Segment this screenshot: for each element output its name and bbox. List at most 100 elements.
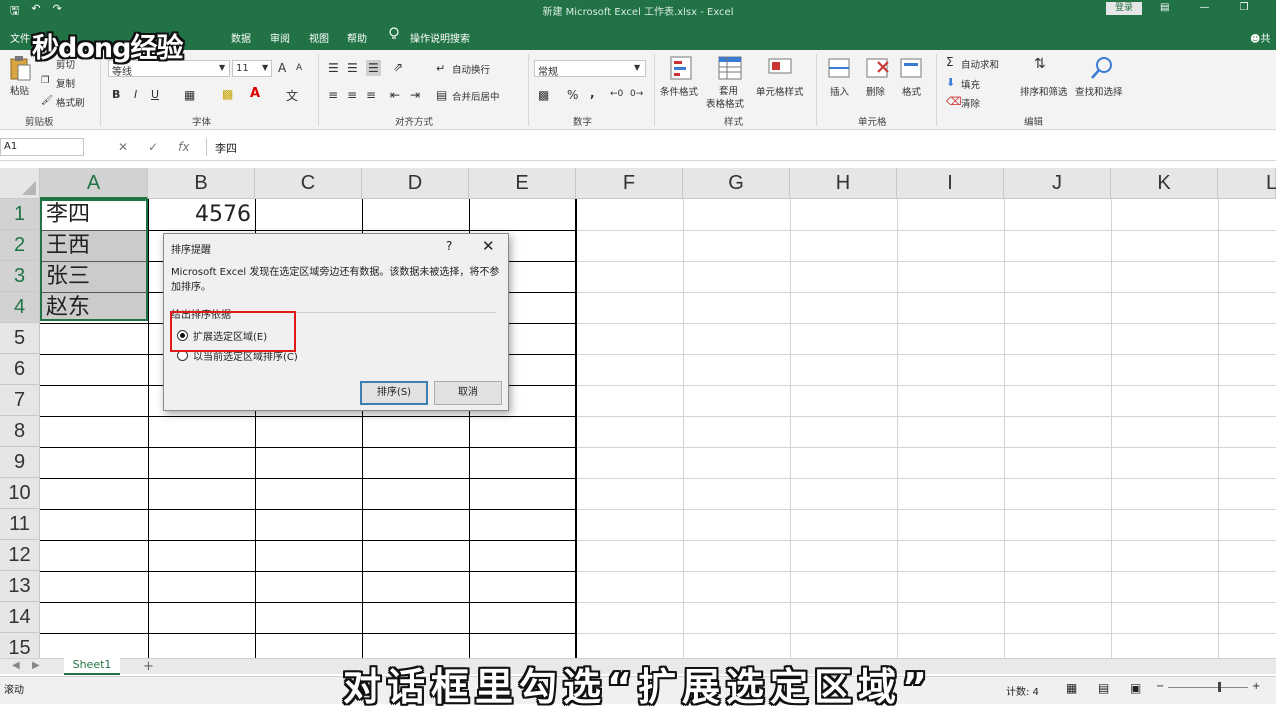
eraser-icon[interactable]: ⌫ <box>946 95 962 108</box>
format-as-table-label-2[interactable]: 表格格式 <box>706 96 744 110</box>
percent-button[interactable]: % <box>567 88 578 102</box>
merge-center-icon[interactable]: ▤ <box>436 88 447 102</box>
tell-me-search[interactable]: 操作说明搜索 <box>410 30 470 45</box>
column-header[interactable]: A <box>40 168 148 199</box>
row-header[interactable]: 5 <box>0 323 40 354</box>
conditional-formatting-button[interactable]: 条件格式 <box>660 84 698 98</box>
cancel-icon[interactable]: ✕ <box>118 140 128 154</box>
cell-a1[interactable]: 李四 <box>42 199 148 230</box>
sort-filter-icon[interactable]: ⇅ <box>1034 56 1046 72</box>
enter-icon[interactable]: ✓ <box>148 140 158 154</box>
align-left-icon[interactable]: ≡ <box>328 88 338 102</box>
align-center-icon[interactable]: ≡ <box>347 88 357 102</box>
minimize-icon[interactable]: — <box>1199 2 1209 13</box>
comma-button[interactable]: , <box>590 86 595 100</box>
align-bottom-icon[interactable]: ☰ <box>366 60 381 76</box>
formula-input[interactable]: 李四 <box>206 138 1276 156</box>
align-middle-icon[interactable]: ☰ <box>347 61 358 75</box>
column-header[interactable]: B <box>148 168 255 199</box>
find-select-button[interactable]: 查找和选择 <box>1075 84 1123 98</box>
row-header[interactable]: 2 <box>0 230 40 261</box>
row-header[interactable]: 11 <box>0 509 40 540</box>
paste-icon[interactable] <box>9 55 31 83</box>
sort-filter-button[interactable]: 排序和筛选 <box>1020 84 1068 98</box>
name-box[interactable]: A1 <box>0 138 84 156</box>
close-icon[interactable]: ✕ <box>482 237 495 255</box>
column-header[interactable]: K <box>1111 168 1218 199</box>
row-header[interactable]: 7 <box>0 385 40 416</box>
bold-button[interactable]: B <box>112 88 120 101</box>
wrap-text-icon[interactable]: ↵ <box>436 62 445 75</box>
select-all-button[interactable] <box>0 168 40 199</box>
insert-cells-icon[interactable] <box>828 56 852 80</box>
row-header[interactable]: 10 <box>0 478 40 509</box>
column-header[interactable]: H <box>790 168 897 199</box>
cell-b1[interactable]: 4576 <box>148 199 255 230</box>
insert-button[interactable]: 插入 <box>830 84 849 98</box>
decrease-decimal-icon[interactable]: 0→ <box>630 89 643 99</box>
row-header[interactable]: 9 <box>0 447 40 478</box>
tab-review[interactable]: 审阅 <box>270 30 290 45</box>
help-icon[interactable]: ? <box>446 239 452 253</box>
tab-help[interactable]: 帮助 <box>347 30 367 45</box>
column-header[interactable]: D <box>362 168 469 199</box>
row-header[interactable]: 12 <box>0 540 40 571</box>
restore-icon[interactable]: ❐ <box>1239 2 1248 13</box>
column-header[interactable]: C <box>255 168 362 199</box>
align-top-icon[interactable]: ☰ <box>328 61 339 75</box>
cell-styles-button[interactable]: 单元格样式 <box>756 84 804 98</box>
tab-file[interactable]: 文件 <box>10 30 30 45</box>
fill-color-icon[interactable]: ▩ <box>222 87 233 101</box>
column-header[interactable]: F <box>576 168 683 199</box>
format-as-table-icon[interactable] <box>718 56 742 80</box>
copy-icon[interactable]: ❐ <box>41 75 50 86</box>
wrap-text-button[interactable]: 自动换行 <box>452 62 490 76</box>
row-header[interactable]: 14 <box>0 602 40 633</box>
fill-icon[interactable]: ⬇ <box>946 76 955 89</box>
cancel-button[interactable]: 取消 <box>434 381 502 405</box>
column-header[interactable]: E <box>469 168 576 199</box>
delete-cells-icon[interactable] <box>866 56 890 80</box>
clear-button[interactable]: 清除 <box>961 96 980 110</box>
format-painter-icon[interactable]: 🖌 <box>41 95 53 106</box>
decrease-indent-icon[interactable]: ⇤ <box>390 88 400 102</box>
fill-button[interactable]: 填充 <box>961 77 980 91</box>
increase-indent-icon[interactable]: ⇥ <box>410 88 420 102</box>
align-right-icon[interactable]: ≡ <box>366 88 376 102</box>
paste-button[interactable]: 粘贴 <box>10 83 29 97</box>
cell-styles-icon[interactable] <box>768 56 792 80</box>
delete-button[interactable]: 删除 <box>866 84 885 98</box>
cell-a2[interactable]: 王西 <box>42 230 148 261</box>
merge-center-button[interactable]: 合并后居中 <box>452 89 500 103</box>
column-header[interactable]: G <box>683 168 790 199</box>
format-button[interactable]: 格式 <box>902 84 921 98</box>
search-icon[interactable] <box>1090 56 1114 80</box>
row-header[interactable]: 3 <box>0 261 40 292</box>
border-icon[interactable]: ▦ <box>184 88 195 102</box>
italic-button[interactable]: I <box>134 88 137 101</box>
currency-icon[interactable]: ▩ <box>538 88 549 102</box>
column-header[interactable]: J <box>1004 168 1111 199</box>
insert-function-icon[interactable]: fx <box>178 140 189 154</box>
row-header[interactable]: 13 <box>0 571 40 602</box>
orientation-icon[interactable]: ⇗ <box>393 60 403 74</box>
number-format-select[interactable]: 常规 <box>534 60 646 78</box>
shrink-font-button[interactable]: A <box>296 63 302 73</box>
font-color-icon[interactable]: A <box>250 86 260 101</box>
row-header[interactable]: 4 <box>0 292 40 323</box>
cell-a3[interactable]: 张三 <box>42 261 148 292</box>
ribbon-display-icon[interactable]: ▤ <box>1160 2 1169 13</box>
row-header[interactable]: 1 <box>0 199 40 230</box>
format-painter-button[interactable]: 格式刷 <box>56 95 85 109</box>
login-button[interactable]: 登录 <box>1106 2 1142 15</box>
autosum-button[interactable]: 自动求和 <box>961 57 999 71</box>
tab-view[interactable]: 视图 <box>309 30 329 45</box>
column-header[interactable]: L <box>1218 168 1276 199</box>
sort-button[interactable]: 排序(S) <box>360 381 428 405</box>
share-button[interactable]: ☻共 <box>1250 30 1270 45</box>
increase-decimal-icon[interactable]: ←0 <box>610 89 623 99</box>
row-header[interactable]: 6 <box>0 354 40 385</box>
phonetic-icon[interactable]: 文 <box>286 87 298 104</box>
underline-button[interactable]: U <box>151 88 159 101</box>
format-as-table-label[interactable]: 套用 <box>719 83 738 97</box>
